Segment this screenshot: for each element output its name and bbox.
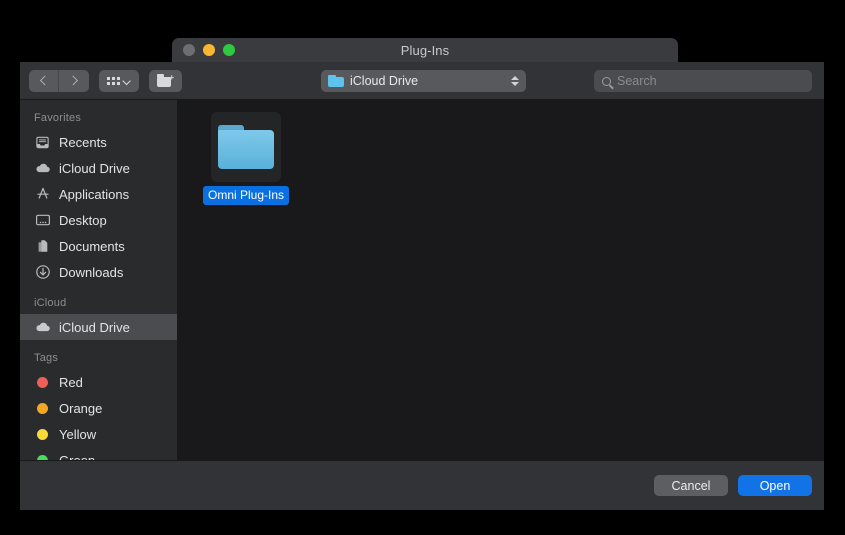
window-title: Plug-Ins: [400, 42, 450, 58]
chevron-left-icon: [39, 75, 50, 86]
dialog-body: Favorites Recents iCloud Drive Applicati…: [20, 100, 824, 460]
sidebar-item-icloud-drive[interactable]: iCloud Drive: [20, 314, 177, 340]
back-button[interactable]: [29, 69, 59, 92]
search-field[interactable]: [594, 70, 812, 92]
sidebar-item-label: Recents: [59, 134, 107, 150]
window-title-bar: Plug-Ins: [172, 38, 678, 62]
sidebar-section-tags-title: Tags: [34, 352, 59, 364]
sidebar-item-label: iCloud Drive: [59, 160, 130, 176]
sidebar-item-tag-yellow[interactable]: Yellow: [20, 421, 177, 447]
cloud-icon: [34, 160, 51, 177]
open-button[interactable]: Open: [738, 475, 812, 496]
sidebar-item-recents[interactable]: Recents: [20, 129, 177, 155]
search-input[interactable]: [617, 74, 804, 88]
sidebar-item-label: iCloud Drive: [59, 319, 130, 335]
forward-button[interactable]: [59, 69, 89, 92]
tag-dot-icon: [34, 452, 51, 460]
file-thumbnail: [211, 112, 281, 182]
view-options-button[interactable]: [99, 69, 139, 92]
cloud-icon: [34, 319, 51, 336]
sidebar-section-favorites-title: Favorites: [34, 112, 82, 124]
path-popup-label: iCloud Drive: [350, 74, 419, 88]
sidebar: Favorites Recents iCloud Drive Applicati…: [20, 100, 178, 460]
path-popup-button[interactable]: iCloud Drive: [321, 70, 526, 92]
sidebar-item-applications[interactable]: Applications: [20, 181, 177, 207]
recents-icon: [34, 134, 51, 151]
sidebar-section-icloud-title: iCloud: [34, 297, 67, 309]
file-browser[interactable]: Omni Plug-Ins: [178, 100, 824, 460]
open-file-dialog: + iCloud Drive Favorites: [20, 62, 824, 510]
up-down-stepper-icon: [511, 76, 519, 86]
navigation-segmented-control: [29, 69, 89, 92]
new-folder-icon: +: [157, 74, 174, 87]
documents-icon: [34, 238, 51, 255]
file-name-label: Omni Plug-Ins: [203, 186, 290, 205]
sidebar-item-icloud-drive-favorite[interactable]: iCloud Drive: [20, 155, 177, 181]
sidebar-item-downloads[interactable]: Downloads: [20, 259, 177, 285]
grid-view-icon: [107, 76, 120, 85]
desktop-icon: [34, 212, 51, 229]
sidebar-item-documents[interactable]: Documents: [20, 233, 177, 259]
folder-icon: [218, 125, 274, 169]
sidebar-item-label: Downloads: [59, 264, 124, 280]
search-icon: [602, 76, 611, 86]
sidebar-item-desktop[interactable]: Desktop: [20, 207, 177, 233]
toolbar: + iCloud Drive: [20, 62, 824, 100]
sidebar-item-label: Green: [59, 452, 96, 461]
tag-dot-icon: [34, 400, 51, 417]
sidebar-item-label: Red: [59, 374, 83, 390]
tag-dot-icon: [34, 374, 51, 391]
cancel-button[interactable]: Cancel: [654, 475, 728, 496]
new-folder-button[interactable]: +: [149, 69, 182, 92]
sidebar-item-tag-red[interactable]: Red: [20, 369, 177, 395]
sidebar-item-tag-green[interactable]: Green: [20, 447, 177, 460]
file-item-omni-plug-ins[interactable]: Omni Plug-Ins: [203, 112, 290, 205]
applications-icon: [34, 186, 51, 203]
screen: Plug-Ins + iCloud Drive Search Favorites…: [0, 0, 845, 535]
sidebar-item-label: Yellow: [59, 426, 97, 442]
chevron-right-icon: [67, 75, 78, 86]
sidebar-item-label: Orange: [59, 400, 103, 416]
sidebar-item-label: Applications: [59, 186, 130, 202]
chevron-down-icon: [122, 76, 131, 85]
sidebar-item-label: Desktop: [59, 212, 107, 228]
downloads-icon: [34, 264, 51, 281]
blue-folder-icon: [328, 75, 344, 87]
dialog-footer: Cancel Open: [20, 460, 824, 510]
tag-dot-icon: [34, 426, 51, 443]
sidebar-item-tag-orange[interactable]: Orange: [20, 395, 177, 421]
sidebar-item-label: Documents: [59, 238, 125, 254]
